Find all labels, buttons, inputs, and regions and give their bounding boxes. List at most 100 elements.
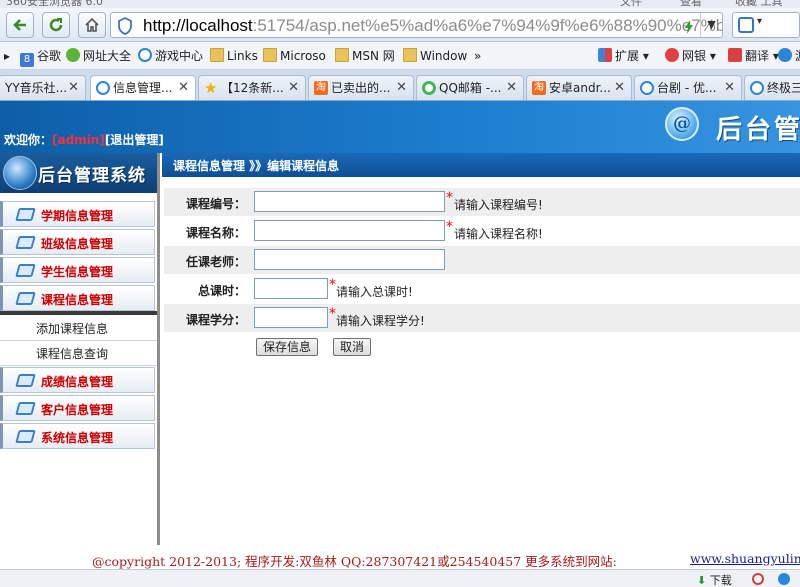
credits-input[interactable] [254, 307, 328, 328]
save-button[interactable]: 保存信息 [256, 338, 319, 356]
sidebar-item-label: 班级信息管理 [41, 237, 114, 251]
website-link[interactable]: www.shuangyulin [690, 551, 800, 566]
fav-item-msn[interactable]: MSN 网 [335, 48, 395, 64]
fav-item-microsoft[interactable]: Microso [263, 48, 326, 64]
sidebar-item-class-info[interactable]: 班级信息管理 [0, 229, 155, 255]
address-toolbar: http://localhost:51754/asp.net%e5%ad%a6%… [0, 8, 800, 42]
close-icon[interactable]: ✕ [396, 76, 407, 100]
folder-icon [335, 48, 349, 62]
sidebar-item-course-info[interactable]: 课程信息管理 [0, 285, 155, 311]
folder-icon [263, 48, 277, 62]
extensions-icon [598, 48, 612, 62]
tab-news[interactable]: ★ 【12条新... ✕ [198, 75, 306, 100]
sidebar-item-score-info[interactable]: 成绩信息管理 [0, 367, 155, 393]
ie-mode-icon[interactable] [778, 573, 790, 585]
form-row-course-name: 课程名称： * 请输入课程名称! [164, 217, 800, 245]
fav-label: MSN 网 [352, 49, 395, 63]
close-icon[interactable]: ✕ [724, 76, 735, 100]
menu-item-icon [15, 402, 36, 415]
url-host: http://localhost [143, 16, 253, 35]
menu-view[interactable]: 查看 [680, 0, 702, 8]
close-icon[interactable]: ✕ [614, 76, 625, 100]
extensions-button[interactable]: 扩展 ▾ [598, 48, 649, 64]
menu-file[interactable]: 文件 [620, 0, 642, 8]
browser-status-bar: ⬇ 下载 [0, 569, 800, 587]
lightning-icon[interactable] [684, 20, 694, 34]
menu-item-icon [15, 264, 36, 277]
fav-item-game-center[interactable]: 游戏中心 [138, 48, 203, 64]
sidebar-item-student-info[interactable]: 学生信息管理 [0, 257, 155, 283]
sidebar-header: 后台管理系统 [0, 153, 157, 193]
tab-label: QQ邮箱 -... [439, 81, 502, 95]
course-id-input[interactable] [254, 191, 445, 212]
field-hint: 请输入课程学分! [336, 314, 425, 328]
field-label: 课程学分： [185, 313, 246, 327]
admin-logo-icon: @ [665, 107, 699, 141]
required-mark: * [329, 306, 336, 322]
favbar-arrow-icon[interactable]: ▸ [4, 48, 10, 64]
tab-taiwan-drama[interactable]: 台剧 - 优... ✕ [634, 75, 742, 100]
window-titlebar: 360安全浏览器 6.0 文件 查看 收藏 工具 [0, 0, 800, 8]
bank-button[interactable]: 网银 ▾ [665, 48, 716, 64]
fav-more-button[interactable]: » [474, 48, 481, 64]
green-globe-icon [66, 48, 80, 62]
field-label: 课程名称： [185, 226, 246, 240]
back-button[interactable] [6, 12, 34, 38]
fav-label: 网址大全 [83, 49, 132, 63]
submenu-query-course[interactable]: 课程信息查询 [0, 342, 157, 366]
field-label: 课程编号： [185, 197, 246, 211]
fav-item-google[interactable]: 8 谷歌 [20, 48, 61, 67]
translate-button[interactable]: 翻译 ▾ [728, 48, 779, 64]
security-icon[interactable] [752, 573, 764, 585]
game-button[interactable]: 游戏 [778, 48, 800, 64]
refresh-button[interactable] [42, 12, 70, 38]
sidebar-item-term-info[interactable]: 学期信息管理 [0, 201, 155, 227]
fav-item-windows[interactable]: Window [403, 48, 467, 64]
course-name-input[interactable] [254, 220, 445, 241]
close-icon[interactable]: ✕ [178, 76, 189, 100]
tab-yy-music[interactable]: YY音乐社... ✕ [0, 75, 86, 100]
taobao-icon: 淘 [314, 81, 328, 95]
menu-item-icon [15, 236, 36, 249]
tab-sold-items[interactable]: 淘已卖出的... ✕ [308, 75, 414, 100]
sidebar-item-label: 学期信息管理 [41, 209, 114, 223]
fav-label: 扩展 [615, 49, 640, 63]
sidebar-item-label: 成绩信息管理 [41, 375, 114, 389]
menu-item-icon [15, 292, 36, 305]
tab-ultimate[interactable]: 终极三... [744, 75, 800, 100]
teacher-input[interactable] [254, 249, 445, 270]
close-icon[interactable]: ✕ [288, 76, 299, 100]
search-engine-box[interactable]: ▾ [732, 12, 800, 38]
tab-info-management[interactable]: 信息管理... ✕ [90, 75, 196, 100]
tab-android[interactable]: 淘安卓andr... ✕ [526, 75, 632, 100]
form-row-teacher: 任课老师： [164, 246, 800, 274]
menu-favorites-tools[interactable]: 收藏 工具 [735, 0, 783, 8]
back-arrow-icon [13, 19, 26, 31]
total-hours-input[interactable] [254, 278, 328, 299]
taobao-icon: 淘 [532, 81, 546, 95]
url-input[interactable]: http://localhost:51754/asp.net%e5%ad%a6%… [110, 12, 723, 38]
fav-label: 游戏 [795, 49, 800, 63]
sidebar-item-system-info[interactable]: 系统信息管理 [0, 423, 155, 449]
url-dropdown-arrow-icon[interactable]: ▼ [700, 13, 722, 37]
fav-label: 翻译 [745, 49, 770, 63]
tab-label: 安卓andr... [549, 81, 611, 95]
cancel-button[interactable]: 取消 [333, 338, 372, 356]
logout-link[interactable]: [退出管理] [105, 133, 164, 147]
fav-label: 网银 [682, 49, 707, 63]
fav-item-web-directory[interactable]: 网址大全 [66, 48, 131, 64]
submenu-add-course[interactable]: 添加课程信息 [0, 317, 157, 341]
shield-icon [118, 17, 132, 35]
tab-qq-mail[interactable]: QQ邮箱 -... ✕ [416, 75, 524, 100]
required-mark: * [446, 219, 453, 235]
close-icon[interactable]: ✕ [68, 76, 79, 100]
menu-item-icon [15, 208, 36, 221]
download-button[interactable]: ⬇ 下载 [697, 572, 732, 587]
close-icon[interactable]: ✕ [506, 76, 517, 100]
sidebar-item-customer-info[interactable]: 客户信息管理 [0, 395, 155, 421]
field-hint: 请输入课程名称! [454, 227, 543, 241]
welcome-prefix: 欢迎你： [4, 133, 53, 147]
fav-item-links[interactable]: Links [210, 48, 258, 64]
fav-label: Window [420, 49, 468, 63]
home-button[interactable] [78, 12, 106, 38]
